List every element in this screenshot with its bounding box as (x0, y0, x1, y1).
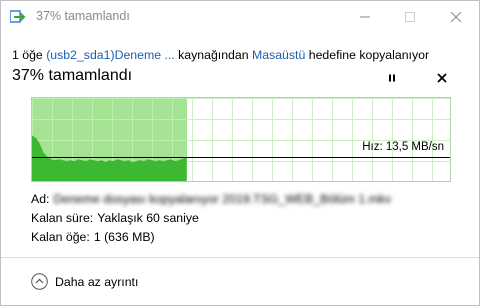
pause-button[interactable] (383, 70, 401, 88)
cancel-icon (437, 70, 447, 88)
transfer-speed-graph: Hız: 13,5 MB/sn (31, 97, 451, 182)
chevron-up-circle-icon (31, 273, 48, 290)
detail-name: Ad: Deneme dosyası kopyalanıyor 2019.TSG_… (31, 192, 391, 206)
pause-icon (387, 70, 397, 88)
current-speed-line (32, 156, 450, 158)
time-value: Yaklaşık 60 saniye (97, 211, 199, 225)
copy-description: 1 öğe (usb2_sda1)Deneme ... kaynağından … (12, 48, 429, 62)
less-details-button[interactable]: Daha az ayrıntı (31, 273, 138, 290)
minimize-icon (360, 12, 370, 22)
less-details-label: Daha az ayrıntı (55, 274, 139, 289)
detail-items-remaining: Kalan öğe: 1 (636 MB) (31, 230, 155, 244)
cancel-button[interactable] (433, 70, 451, 88)
footer: Daha az ayrıntı (1, 257, 479, 305)
close-icon (451, 12, 461, 22)
copy-suffix: hedefine kopyalanıyor (305, 48, 430, 62)
items-label: Kalan öğe: (31, 230, 90, 244)
copy-middle: kaynağından (174, 48, 252, 62)
copy-arrow-icon (9, 10, 26, 24)
name-label: Ad: (31, 192, 50, 206)
copy-prefix: 1 öğe (12, 48, 47, 62)
speed-label: Hız: 13,5 MB/sn (362, 140, 444, 153)
window-title: 37% tamamlandı (36, 9, 130, 23)
detail-time-remaining: Kalan süre: Yaklaşık 60 saniye (31, 211, 199, 225)
title-bar[interactable]: 37% tamamlandı (1, 1, 479, 33)
close-button[interactable] (433, 1, 479, 33)
destination-link[interactable]: Masaüstü (252, 48, 305, 62)
progress-heading: 37% tamamlandı (12, 67, 133, 84)
minimize-button[interactable] (342, 1, 388, 33)
maximize-icon (405, 12, 415, 22)
maximize-button[interactable] (387, 1, 433, 33)
source-link[interactable]: (usb2_sda1)Deneme ... (46, 48, 175, 62)
items-value: 1 (636 MB) (93, 230, 155, 244)
copy-dialog-window: 37% tamamlandı 1 öğe (usb2_sda1)Deneme .… (0, 0, 480, 306)
throughput-area (32, 135, 187, 181)
time-label: Kalan süre: (31, 211, 94, 225)
name-value: Deneme dosyası kopyalanıyor 2019.TSG_WEB… (53, 192, 392, 206)
throughput-curve (32, 135, 187, 181)
